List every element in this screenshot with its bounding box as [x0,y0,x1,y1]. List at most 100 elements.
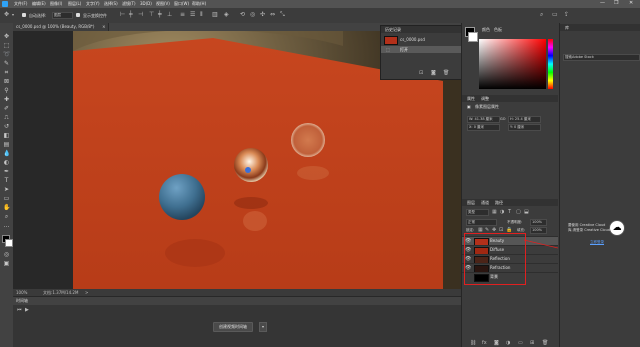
more-tools-icon[interactable]: … [3,222,10,229]
eraser-tool-icon[interactable]: ◧ [3,132,10,139]
filter-adjustment-icon[interactable]: ◑ [500,209,504,215]
color-picker-field[interactable] [479,39,546,89]
fill-field[interactable]: 100% [530,227,547,234]
close-tab-icon[interactable]: × [102,23,105,31]
path-selection-tool-icon[interactable]: ➤ [3,186,10,193]
align-top-icon[interactable]: ⊤ [149,12,154,18]
align-center-icon[interactable]: ┿ [129,12,133,18]
tab-paths[interactable]: 路径 [495,200,503,206]
history-snapshot-thumbnail[interactable] [384,36,398,45]
crop-tool-icon[interactable]: ⌗ [3,69,10,76]
tab-adjustments[interactable]: 调整 [481,96,489,102]
distribute-horizontal-icon[interactable]: ⫴ [200,12,203,18]
lasso-tool-icon[interactable]: ➰ [3,51,10,58]
filter-type-icon[interactable]: T [508,209,511,215]
move-tool-icon[interactable]: ✥ [3,33,10,40]
status-menu-arrow-icon[interactable]: > [85,289,88,296]
width-field[interactable]: W: 41.38 厘米 [467,116,500,123]
menu-3d[interactable]: 3D(D) [140,1,152,6]
3d-slide-icon[interactable]: ⇔ [270,12,275,18]
timeline-play-icon[interactable]: ▶ [25,307,29,313]
rectangle-tool-icon[interactable]: ▭ [3,195,10,202]
menu-help[interactable]: 帮助(H) [192,1,206,7]
menu-select[interactable]: 选择(S) [104,1,118,7]
y-position-field[interactable]: Y: 0 厘米 [508,124,541,131]
maximize-button[interactable]: ❐ [614,0,618,6]
zoom-tool-icon[interactable]: ⌕ [3,213,10,220]
zoom-level[interactable]: 100% [16,289,27,296]
background-color-swatch[interactable] [5,239,13,247]
menu-filter[interactable]: 滤镜(T) [122,1,136,7]
align-right-icon[interactable]: ⊣ [138,12,143,18]
distribute-vertical-icon[interactable]: ☰ [190,12,195,18]
filter-pixel-icon[interactable]: ▦ [492,209,497,215]
hand-tool-icon[interactable]: ✋ [3,204,10,211]
link-dimensions-button[interactable]: GO [500,117,505,121]
workspace-icon[interactable]: ▭ [552,12,558,18]
link-layers-icon[interactable]: ⛓ [470,340,476,346]
layer-filter-dropdown[interactable]: 类型 [466,209,489,216]
auto-align-icon[interactable]: ▥ [212,12,218,18]
history-brush-tool-icon[interactable]: ↺ [3,123,10,130]
tab-color[interactable]: 颜色 [482,27,490,33]
distribute-icon[interactable]: ≡ [180,12,185,18]
menu-edit[interactable]: 编辑(E) [32,1,46,7]
history-snapshot-name[interactable]: cs_0000.psd [400,37,425,42]
eyedropper-tool-icon[interactable]: ⚲ [3,87,10,94]
filter-smart-object-icon[interactable]: ⬓ [524,209,529,215]
tab-swatches[interactable]: 色板 [494,27,502,33]
gradient-tool-icon[interactable]: ▤ [3,141,10,148]
quick-select-tool-icon[interactable]: ✎ [3,60,10,67]
layer-style-icon[interactable]: fx [482,340,487,346]
tab-channels[interactable]: 通道 [481,200,489,206]
libraries-title[interactable]: 库 [565,25,569,31]
frame-tool-icon[interactable]: ⊠ [3,78,10,85]
3d-orbit-icon[interactable]: ⟲ [240,12,245,18]
align-left-icon[interactable]: ⊢ [120,12,125,18]
timeline-first-frame-icon[interactable]: ⏮ [17,307,22,313]
blend-mode-dropdown[interactable]: 正常 [466,219,497,226]
menu-layer[interactable]: 图层(L) [68,1,81,7]
tab-properties[interactable]: 属性 [467,96,475,102]
3d-roll-icon[interactable]: ◎ [250,12,255,18]
clone-stamp-tool-icon[interactable]: ⎍ [3,114,10,121]
3d-pan-icon[interactable]: ✣ [260,12,265,18]
healing-brush-tool-icon[interactable]: ✚ [3,96,10,103]
3d-scale-icon[interactable]: ⤡ [280,12,285,18]
login-link[interactable]: 立即登录 [590,240,604,245]
opacity-field[interactable]: 100% [530,219,547,226]
menu-type[interactable]: 文字(Y) [86,1,100,7]
history-state-row[interactable]: ⬚ 打开 [381,46,461,53]
dodge-tool-icon[interactable]: ◐ [3,159,10,166]
new-adjustment-layer-icon[interactable]: ◑ [506,340,510,346]
height-field[interactable]: H: 25.4 厘米 [508,116,541,123]
align-bottom-icon[interactable]: ⊥ [167,12,172,18]
hue-slider[interactable] [548,39,553,89]
quick-mask-icon[interactable]: ◎ [3,251,10,258]
create-video-timeline-button[interactable]: 创建视频时间轴 [213,322,253,332]
brush-tool-icon[interactable]: ✐ [3,105,10,112]
timeline-mode-dropdown[interactable]: ▾ [259,322,267,332]
new-group-icon[interactable]: ▭ [518,340,523,346]
delete-layer-icon[interactable]: 🗑 [542,340,548,346]
align-middle-icon[interactable]: ╪ [158,12,162,18]
tool-preset-chevron-down-icon[interactable]: ▾ [12,12,14,18]
share-icon[interactable]: ⇪ [564,12,569,18]
move-tool-icon[interactable]: ✥ [4,12,9,18]
blur-tool-icon[interactable]: 💧 [3,150,10,157]
menu-file[interactable]: 文件(F) [14,1,27,7]
minimize-button[interactable]: — [600,0,605,6]
menu-view[interactable]: 视图(V) [156,1,170,7]
delete-state-icon[interactable]: 🗑 [443,70,449,76]
x-position-field[interactable]: X: 0 厘米 [467,124,500,131]
color-background-swatch[interactable] [468,32,478,42]
auto-select-dropdown[interactable]: 图层 [52,12,73,19]
search-icon[interactable]: ⌕ [540,12,543,18]
new-snapshot-icon[interactable]: ◙ [431,70,436,76]
document-tab[interactable]: cs_0000.psd @ 100% (Beauty, RGB/8*) × [13,23,110,31]
adobe-stock-search-field[interactable]: 搜索Adobe Stock [563,54,640,61]
menu-window[interactable]: 窗口(W) [174,1,189,7]
add-mask-icon[interactable]: ◙ [494,340,499,346]
filter-shape-icon[interactable]: ▢ [516,209,521,215]
tab-layers[interactable]: 图层 [467,200,475,206]
